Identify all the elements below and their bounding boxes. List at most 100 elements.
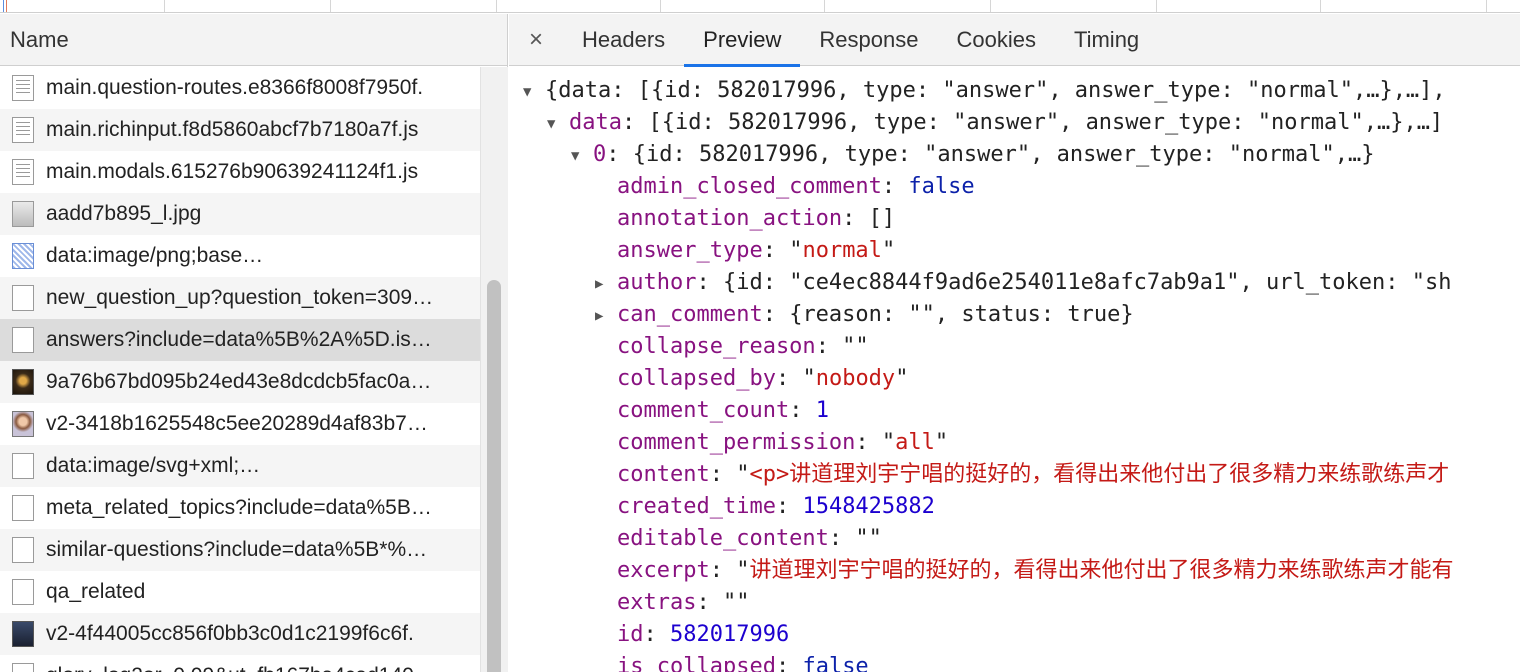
json-line-text: editable_content: "" (617, 523, 882, 555)
json-line-text: comment_count: 1 (617, 395, 829, 427)
json-key: author (617, 270, 697, 295)
json-line: id: 582017996 (509, 619, 1520, 651)
json-value: : (881, 174, 909, 199)
json-value: {data: [{id: 582017996, type: "answer", … (545, 78, 1446, 103)
json-value: : (775, 654, 803, 672)
json-key: collapse_reason (617, 334, 816, 359)
request-row[interactable]: answers?include=data%5B%2A%5D.is… (0, 319, 480, 361)
json-line[interactable]: ▶ author: {id: "ce4ec8844f9ad6e254011e8af… (509, 267, 1520, 299)
request-row[interactable]: main.richinput.f8d5860abcf7b7180a7f.js (0, 109, 480, 151)
json-value: : {reason: "", status: true} (762, 302, 1134, 327)
request-row[interactable]: 9a76b67bd095b24ed43e8dcdcb5fac0a… (0, 361, 480, 403)
json-key: excerpt (617, 558, 710, 583)
details-pane: × Headers Preview Response Cookies Timin… (509, 14, 1520, 672)
request-row[interactable]: main.modals.615276b90639241124f1.js (0, 151, 480, 193)
document-icon (12, 663, 34, 672)
request-row[interactable]: meta_related_topics?include=data%5B… (0, 487, 480, 529)
request-name: data:image/svg+xml;… (46, 454, 261, 477)
request-name: meta_related_topics?include=data%5B… (46, 496, 432, 519)
script-file-icon (12, 159, 34, 185)
request-name: qa_related (46, 580, 146, 603)
request-row[interactable]: qa_related (0, 571, 480, 613)
collapse-triangle-icon[interactable]: ▼ (571, 140, 579, 172)
request-list-pane: Name main.question-routes.e8366f8008f795… (0, 14, 508, 672)
tab-preview[interactable]: Preview (684, 14, 801, 67)
tab-timing[interactable]: Timing (1055, 14, 1158, 66)
json-line: editable_content: "" (509, 523, 1520, 555)
timeline-gridline (1320, 0, 1321, 12)
timeline-gridline (1156, 0, 1157, 12)
json-value: : [{id: 582017996, type: "answer", answe… (621, 110, 1444, 135)
request-row[interactable]: v2-3418b1625548c5ee20289d4af83b7… (0, 403, 480, 445)
json-line: collapsed_by: "nobody" (509, 363, 1520, 395)
request-row[interactable]: similar-questions?include=data%5B*%… (0, 529, 480, 571)
json-line-text: {data: [{id: 582017996, type: "answer", … (545, 75, 1446, 107)
collapse-triangle-icon[interactable]: ▼ (523, 76, 531, 108)
request-name: answers?include=data%5B%2A%5D.is… (46, 328, 432, 351)
close-icon[interactable]: × (509, 26, 563, 54)
request-name: 9a76b67bd095b24ed43e8dcdcb5fac0a… (46, 370, 432, 393)
json-line: excerpt: "讲道理刘宇宁唱的挺好的，看得出来他付出了很多精力来练歌练声才… (509, 555, 1520, 587)
request-row[interactable]: main.question-routes.e8366f8008f7950f. (0, 67, 480, 109)
document-icon (12, 537, 34, 563)
request-row[interactable]: v2-4f44005cc856f0bb3c0d1c2199f6c6f. (0, 613, 480, 655)
image-file-icon (12, 243, 34, 269)
name-column-label: Name (10, 26, 69, 52)
tab-headers[interactable]: Headers (563, 14, 684, 66)
json-value: : (775, 494, 803, 519)
json-key: 0 (593, 142, 607, 167)
json-line[interactable]: ▼ data: [{id: 582017996, type: "answer", … (509, 107, 1520, 139)
json-value: : {id: 582017996, type: "answer", answer… (606, 142, 1375, 167)
json-value: normal (802, 238, 882, 263)
json-value: " (934, 430, 949, 455)
json-value: " (895, 366, 909, 391)
image-file-icon (12, 201, 34, 227)
document-icon (12, 453, 34, 479)
json-value: <p>讲道理刘宇宁唱的挺好的，看得出来他付出了很多精力来练歌练声才 (749, 462, 1450, 487)
json-value: : " (709, 462, 750, 487)
request-name: main.question-routes.e8366f8008f7950f. (46, 76, 424, 99)
request-row[interactable]: aadd7b895_l.jpg (0, 193, 480, 235)
json-key: can_comment (617, 302, 763, 327)
request-row[interactable]: new_question_up?question_token=309… (0, 277, 480, 319)
tab-response[interactable]: Response (800, 14, 937, 66)
json-key: admin_closed_comment (617, 174, 882, 199)
json-line-text: content: "<p>讲道理刘宇宁唱的挺好的，看得出来他付出了很多精力来练歌… (617, 459, 1449, 491)
request-row[interactable]: data:image/png;base… (0, 235, 480, 277)
overview-timeline[interactable] (0, 0, 1520, 13)
json-line-text: created_time: 1548425882 (617, 491, 935, 523)
json-line-text: 0: {id: 582017996, type: "answer", answe… (593, 139, 1374, 171)
tab-cookies[interactable]: Cookies (937, 14, 1054, 66)
request-list-scrollbar[interactable] (480, 67, 508, 672)
json-line: extras: "" (509, 587, 1520, 619)
script-file-icon (12, 75, 34, 101)
timeline-marker (3, 0, 4, 12)
json-value: 582017996 (670, 622, 790, 647)
json-line: admin_closed_comment: false (509, 171, 1520, 203)
json-value: all (895, 430, 935, 455)
expand-triangle-icon[interactable]: ▶ (595, 268, 603, 300)
details-tabbar: × Headers Preview Response Cookies Timin… (509, 14, 1520, 67)
collapse-triangle-icon[interactable]: ▼ (547, 108, 555, 140)
json-line[interactable]: ▶ can_comment: {reason: "", status: true} (509, 299, 1520, 331)
json-key: content (617, 462, 710, 487)
json-line-text: can_comment: {reason: "", status: true} (617, 299, 1134, 331)
json-line-text: admin_closed_comment: false (617, 171, 975, 203)
request-name: aadd7b895_l.jpg (46, 202, 202, 225)
json-line[interactable]: ▼ 0: {id: 582017996, type: "answer", answ… (509, 139, 1520, 171)
expand-triangle-icon[interactable]: ▶ (595, 300, 603, 332)
image-file-icon (12, 411, 34, 437)
json-key: is_collapsed (617, 654, 776, 672)
json-value: 1 (815, 398, 829, 423)
request-row[interactable]: data:image/svg+xml;… (0, 445, 480, 487)
timeline-gridline (330, 0, 331, 12)
request-name: v2-4f44005cc856f0bb3c0d1c2199f6c6f. (46, 622, 414, 645)
json-key: editable_content (617, 526, 829, 551)
scrollbar-thumb[interactable] (487, 280, 501, 672)
request-name: data:image/png;base… (46, 244, 264, 267)
request-row[interactable]: glory_log2or_0.09&ut_fb167ba4cad140… (0, 655, 480, 672)
json-line: content: "<p>讲道理刘宇宁唱的挺好的，看得出来他付出了很多精力来练歌… (509, 459, 1520, 491)
json-line[interactable]: ▼ {data: [{id: 582017996, type: "answer",… (509, 75, 1520, 107)
name-column-header[interactable]: Name (0, 14, 507, 66)
timeline-gridline (990, 0, 991, 12)
